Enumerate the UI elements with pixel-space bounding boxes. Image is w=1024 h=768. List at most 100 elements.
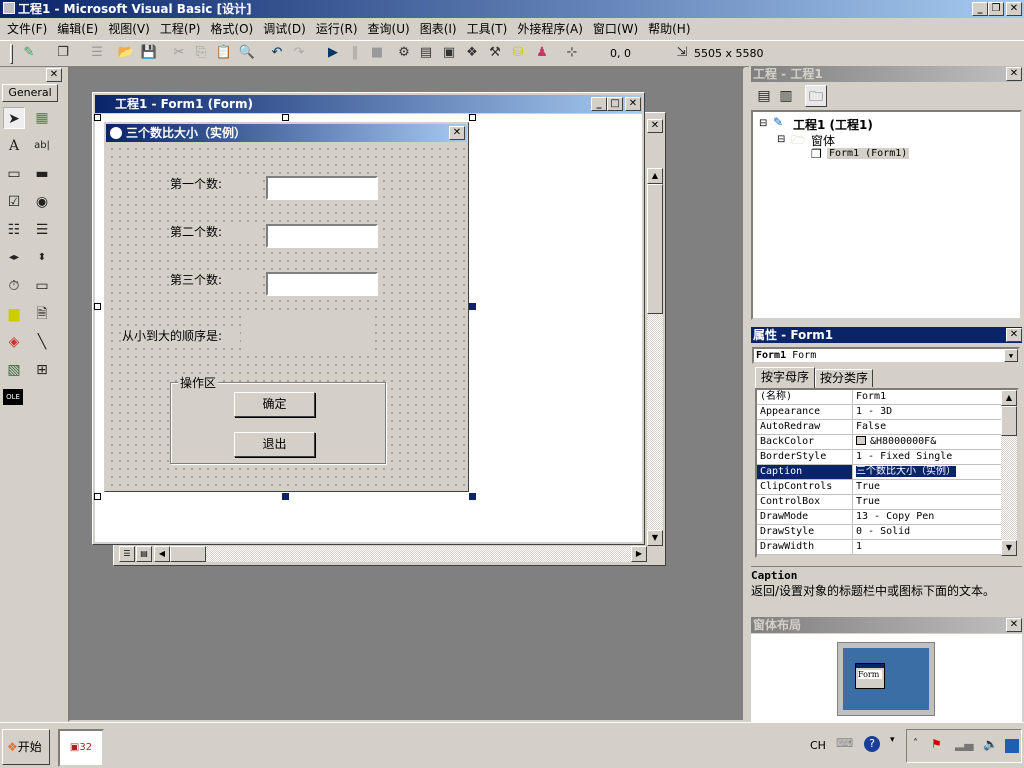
menu-tools[interactable]: 工具(T) xyxy=(462,19,513,39)
code-scroll-right[interactable]: ▶ xyxy=(631,546,647,562)
visual-component-manager-icon[interactable]: ♟ xyxy=(533,44,551,62)
textbox-icon[interactable]: ab| xyxy=(31,135,53,157)
dropdown-arrow-icon[interactable]: ▼ xyxy=(1004,349,1018,362)
layout-close-button[interactable]: ✕ xyxy=(1006,618,1022,632)
code-scroll-up[interactable]: ▲ xyxy=(647,168,663,184)
menu-file[interactable]: 文件(F) xyxy=(2,19,52,39)
vscrollbar-icon[interactable]: ⬍ xyxy=(31,247,53,269)
properties-window-icon[interactable]: ▤ xyxy=(417,44,435,62)
code-scroll-left[interactable]: ◀ xyxy=(154,546,170,562)
signal-icon[interactable]: ▂▄ xyxy=(955,737,973,751)
property-value[interactable]: True xyxy=(853,480,1001,494)
keyboard-icon[interactable]: ⌨ xyxy=(836,736,853,750)
designer-maximize-button[interactable]: □ xyxy=(607,97,623,111)
label-result[interactable] xyxy=(246,312,369,352)
property-value[interactable]: False xyxy=(853,420,1001,434)
label-icon[interactable]: A xyxy=(3,135,25,157)
resize-handle-s[interactable] xyxy=(282,493,289,500)
property-row[interactable]: BackColor &H8000000F& xyxy=(757,435,1001,450)
taskbar-vb6-app[interactable]: ▣32 xyxy=(58,729,104,767)
resize-handle-se[interactable] xyxy=(469,493,476,500)
property-row[interactable]: ControlBox True xyxy=(757,495,1001,510)
exit-button[interactable]: 退出 xyxy=(234,432,315,457)
line-icon[interactable]: ╲ xyxy=(31,331,53,353)
ole-icon[interactable]: OLE xyxy=(3,389,23,405)
menu-help[interactable]: 帮助(H) xyxy=(643,19,695,39)
open-icon[interactable]: 📂 xyxy=(117,44,135,62)
start-icon[interactable]: ▶ xyxy=(324,44,342,62)
network-error-icon[interactable]: ⚑ xyxy=(931,737,942,751)
code-scroll-thumb[interactable] xyxy=(647,184,663,314)
menu-query[interactable]: 查询(U) xyxy=(363,19,415,39)
collapse-icon[interactable]: ⊟ xyxy=(759,118,767,129)
menu-debug[interactable]: 调试(D) xyxy=(258,19,311,39)
menu-window[interactable]: 窗口(W) xyxy=(588,19,643,39)
code-scroll-down[interactable]: ▼ xyxy=(647,530,663,546)
listbox-icon[interactable]: ☰ xyxy=(31,219,53,241)
toggle-folders-button[interactable]: 🗀 xyxy=(805,85,827,107)
find-icon[interactable]: 🔍 xyxy=(238,44,256,62)
menu-editor-icon[interactable]: ☰ xyxy=(88,44,106,62)
cut-icon[interactable]: ✂ xyxy=(170,44,188,62)
textbox-second-number[interactable] xyxy=(266,224,378,248)
form-layout-icon[interactable]: ▣ xyxy=(440,44,458,62)
menu-project[interactable]: 工程(P) xyxy=(155,19,206,39)
property-row[interactable]: Caption 三个数比大小（实例） xyxy=(757,465,1001,480)
object-browser-icon[interactable]: ❖ xyxy=(463,44,481,62)
property-scroll-thumb[interactable] xyxy=(1001,406,1017,436)
save-icon[interactable]: 💾 xyxy=(140,44,158,62)
property-value[interactable]: 13 - Copy Pen xyxy=(853,510,1001,524)
hscrollbar-icon[interactable]: ◂▸ xyxy=(3,247,25,269)
code-hscroll-thumb[interactable] xyxy=(170,546,206,562)
ime-indicator[interactable]: CH xyxy=(810,739,826,752)
pause-icon[interactable]: ‖ xyxy=(346,44,364,62)
redo-icon[interactable]: ↷ xyxy=(290,44,308,62)
property-row[interactable]: AutoRedraw False xyxy=(757,420,1001,435)
textbox-first-number[interactable] xyxy=(266,176,378,200)
add-project-icon[interactable]: ✎ xyxy=(20,44,38,62)
code-hscrollbar[interactable] xyxy=(154,546,647,562)
label-second-number[interactable]: 第二个数: xyxy=(170,223,262,243)
property-value[interactable]: Form1 xyxy=(853,390,1001,404)
property-row[interactable]: Appearance 1 - 3D xyxy=(757,405,1001,420)
menu-addins[interactable]: 外接程序(A) xyxy=(512,19,588,39)
volume-icon[interactable]: 🔈 xyxy=(983,737,998,751)
stop-icon[interactable]: ■ xyxy=(368,44,386,62)
form1[interactable]: 三个数比大小（实例） ✕ 第一个数: 第二个数: 第三个数: 从小到大的顺序是:… xyxy=(104,122,469,492)
properties-close-button[interactable]: ✕ xyxy=(1006,328,1022,342)
ime-options-icon[interactable]: ▾ xyxy=(890,735,895,745)
property-scroll-down[interactable]: ▼ xyxy=(1001,540,1017,556)
copy-icon[interactable]: ⎘ xyxy=(192,44,210,62)
image-icon[interactable]: ▧ xyxy=(3,359,25,381)
project-explorer-icon[interactable]: ⚙ xyxy=(395,44,413,62)
property-row[interactable]: DrawWidth 1 xyxy=(757,540,1001,555)
close-button[interactable]: ✕ xyxy=(1006,2,1022,16)
shape-icon[interactable]: ◈ xyxy=(3,331,25,353)
procedure-view-button[interactable]: ☰ xyxy=(119,546,135,562)
toolbox-tab-general[interactable]: General xyxy=(2,84,58,102)
label-third-number[interactable]: 第三个数: xyxy=(170,271,262,291)
add-form-icon[interactable]: ❐ xyxy=(54,44,72,62)
property-value[interactable]: 1 - 3D xyxy=(853,405,1001,419)
restore-button[interactable]: ❐ xyxy=(988,2,1004,16)
paste-icon[interactable]: 📋 xyxy=(215,44,233,62)
data-control-icon[interactable]: ⊞ xyxy=(31,359,53,381)
menu-run[interactable]: 运行(R) xyxy=(311,19,363,39)
property-value[interactable]: True xyxy=(853,495,1001,509)
frame-operations[interactable]: 操作区 确定 退出 xyxy=(170,374,386,464)
menu-diagram[interactable]: 图表(I) xyxy=(415,19,462,39)
property-scroll-up[interactable]: ▲ xyxy=(1001,390,1017,406)
tree-form1[interactable]: Form1 (Form1) xyxy=(827,148,910,159)
commandbutton-icon[interactable]: ▬ xyxy=(31,163,53,185)
label-first-number[interactable]: 第一个数: xyxy=(170,175,262,195)
drivelistbox-icon[interactable]: ▭ xyxy=(31,275,53,297)
combobox-icon[interactable]: ☷ xyxy=(3,219,25,241)
textbox-third-number[interactable] xyxy=(266,272,378,296)
filelistbox-icon[interactable]: 🗎 xyxy=(31,303,53,325)
property-value[interactable]: 三个数比大小（实例） xyxy=(853,465,1001,479)
form-preview[interactable]: Form xyxy=(855,663,885,689)
start-button[interactable]: ❖开始 xyxy=(2,729,50,765)
optionbutton-icon[interactable]: ◉ xyxy=(31,191,53,213)
property-value[interactable]: 0 - Solid xyxy=(853,525,1001,539)
dirlistbox-icon[interactable]: ▆ xyxy=(3,303,25,325)
